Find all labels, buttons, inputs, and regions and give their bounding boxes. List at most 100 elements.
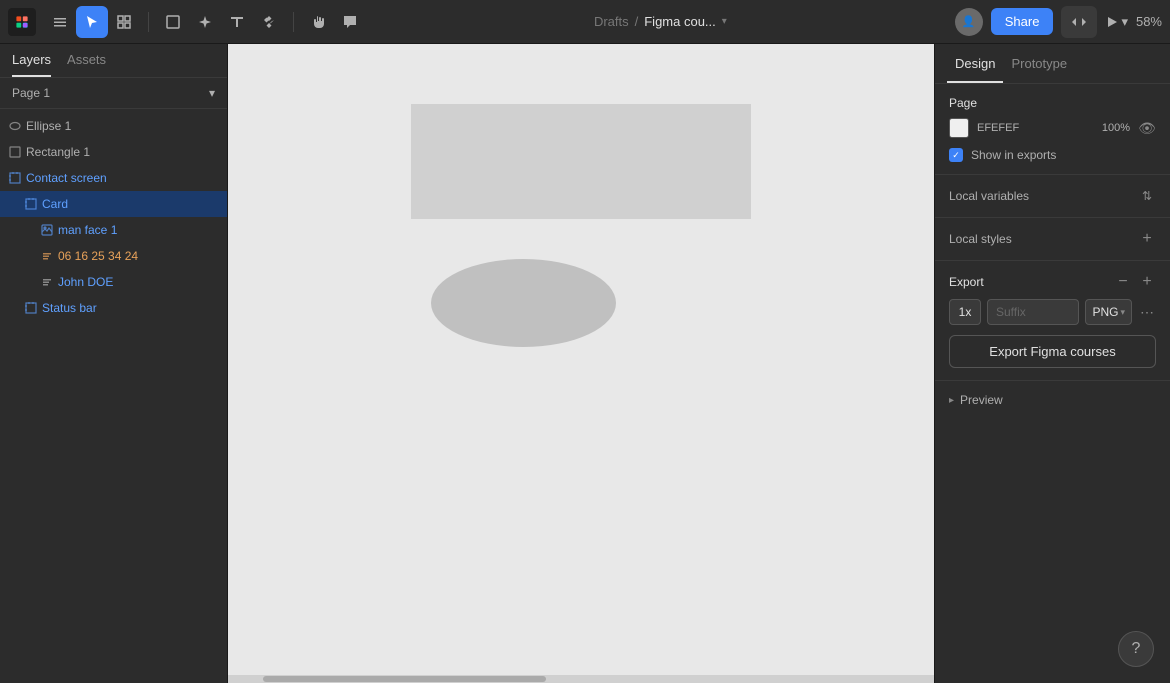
canvas-rectangle (411, 104, 751, 219)
play-button[interactable] (1105, 14, 1128, 30)
menu-tool[interactable] (44, 6, 76, 38)
frame-tool[interactable] (108, 6, 140, 38)
canvas-scrollbar-thumb (263, 676, 545, 682)
layer-item-rectangle1[interactable]: Rectangle 1 (0, 139, 227, 165)
layer-label-john-doe: John DOE (58, 275, 219, 289)
local-variables-section: Local variables ⇅ (935, 175, 1170, 218)
tab-design[interactable]: Design (947, 44, 1003, 83)
tab-assets[interactable]: Assets (67, 52, 106, 77)
toolbar: Drafts / Figma cou... 👤 Share 58% (0, 0, 1170, 44)
page-color-swatch[interactable] (949, 118, 969, 138)
breadcrumb-separator: / (635, 14, 639, 29)
layer-item-man-face[interactable]: man face 1 (0, 217, 227, 243)
layer-label-contact-screen: Contact screen (26, 171, 219, 185)
toolbar-center: Drafts / Figma cou... (370, 14, 951, 29)
export-format-chevron-icon (1120, 307, 1125, 318)
layer-label-ellipse1: Ellipse 1 (26, 119, 219, 133)
pen-tool[interactable] (189, 6, 221, 38)
show-in-exports-row: Show in exports (949, 148, 1156, 162)
frame-icon-contact (8, 171, 22, 185)
canvas-content (411, 104, 751, 219)
frame-icon-status (24, 301, 38, 315)
layer-item-john-doe[interactable]: John DOE (0, 269, 227, 295)
page-chevron-icon (209, 86, 215, 100)
text-tool[interactable] (221, 6, 253, 38)
ellipse-icon (8, 119, 22, 133)
export-minus-icon[interactable]: − (1114, 273, 1132, 291)
local-styles-section: Local styles + (935, 218, 1170, 261)
page-selector[interactable]: Page 1 (0, 78, 227, 109)
export-more-icon[interactable]: ⋯ (1138, 303, 1156, 321)
layer-label-rectangle1: Rectangle 1 (26, 145, 219, 159)
layer-item-card[interactable]: Card (0, 191, 227, 217)
layer-label-phone: 06 16 25 34 24 (58, 249, 219, 263)
tool-group-misc (302, 6, 366, 38)
tool-group-select (44, 6, 140, 38)
frame-icon-card (24, 197, 38, 211)
select-tool[interactable] (76, 6, 108, 38)
page-section-header: Page (949, 96, 1156, 110)
add-local-style-icon[interactable]: + (1138, 230, 1156, 248)
visibility-icon[interactable]: 👁 (1138, 119, 1156, 137)
export-section: Export − + 1x Suffix PNG ⋯ Export Figma … (935, 261, 1170, 381)
layer-label-man-face: man face 1 (58, 223, 219, 237)
local-styles-row[interactable]: Local styles + (949, 230, 1156, 248)
page-section-title: Page (949, 96, 977, 110)
breadcrumb-chevron-icon[interactable] (722, 16, 727, 27)
export-plus-icon[interactable]: + (1138, 273, 1156, 291)
canvas[interactable] (228, 44, 934, 683)
export-title: Export (949, 275, 984, 289)
avatar[interactable]: 👤 (955, 8, 983, 36)
page-color-value: EFEFEF (977, 122, 1094, 134)
layer-item-ellipse1[interactable]: Ellipse 1 (0, 113, 227, 139)
left-panel-tabs: Layers Assets (0, 44, 227, 78)
breadcrumb: Drafts / Figma cou... (594, 14, 727, 29)
page-color-row: EFEFEF 100% 👁 (949, 118, 1156, 138)
play-chevron-icon (1121, 14, 1128, 30)
layers-list: Ellipse 1 Rectangle 1 Contact screen (0, 109, 227, 683)
page-section: Page EFEFEF 100% 👁 Show in exports (935, 84, 1170, 175)
preview-section[interactable]: Preview (935, 381, 1170, 419)
component-tool[interactable] (253, 6, 285, 38)
tab-layers[interactable]: Layers (12, 52, 51, 77)
export-scale[interactable]: 1x (949, 299, 981, 325)
local-variables-label: Local variables (949, 189, 1029, 203)
comment-tool[interactable] (334, 6, 366, 38)
export-controls: − + (1114, 273, 1156, 291)
export-suffix[interactable]: Suffix (987, 299, 1079, 325)
figma-logo[interactable] (8, 8, 36, 36)
sort-icon[interactable]: ⇅ (1138, 187, 1156, 205)
canvas-scrollbar[interactable] (228, 675, 934, 683)
help-button[interactable]: ? (1118, 631, 1154, 667)
layer-item-status-bar[interactable]: Status bar (0, 295, 227, 321)
page-name: Page 1 (12, 86, 50, 100)
tab-prototype[interactable]: Prototype (1003, 44, 1075, 83)
toolbar-divider-2 (293, 12, 294, 32)
share-button[interactable]: Share (991, 8, 1054, 35)
preview-chevron-icon (949, 395, 954, 406)
preview-label: Preview (960, 393, 1003, 407)
main-area: Layers Assets Page 1 Ellipse 1 Rectangle… (0, 44, 1170, 683)
local-variables-row[interactable]: Local variables ⇅ (949, 187, 1156, 205)
rectangle-tool[interactable] (157, 6, 189, 38)
export-suffix-placeholder: Suffix (996, 305, 1026, 319)
show-exports-checkbox[interactable] (949, 148, 963, 162)
image-icon-man-face (40, 223, 54, 237)
text-icon-phone (40, 249, 54, 263)
toolbar-right: 👤 Share 58% (955, 6, 1162, 38)
toolbar-divider-1 (148, 12, 149, 32)
zoom-control[interactable]: 58% (1136, 14, 1162, 29)
export-button[interactable]: Export Figma courses (949, 335, 1156, 368)
export-format-selector[interactable]: PNG (1085, 299, 1132, 325)
right-panel-tabs: Design Prototype (935, 44, 1170, 84)
export-header: Export − + (949, 273, 1156, 291)
show-exports-label: Show in exports (971, 148, 1056, 162)
right-panel: Design Prototype Page EFEFEF 100% 👁 Show… (934, 44, 1170, 683)
layer-label-status-bar: Status bar (42, 301, 219, 315)
layer-item-phone[interactable]: 06 16 25 34 24 (0, 243, 227, 269)
export-format-label: PNG (1092, 305, 1118, 319)
canvas-ellipse (431, 259, 616, 347)
code-view-button[interactable] (1061, 6, 1097, 38)
hand-tool[interactable] (302, 6, 334, 38)
layer-item-contact-screen[interactable]: Contact screen (0, 165, 227, 191)
